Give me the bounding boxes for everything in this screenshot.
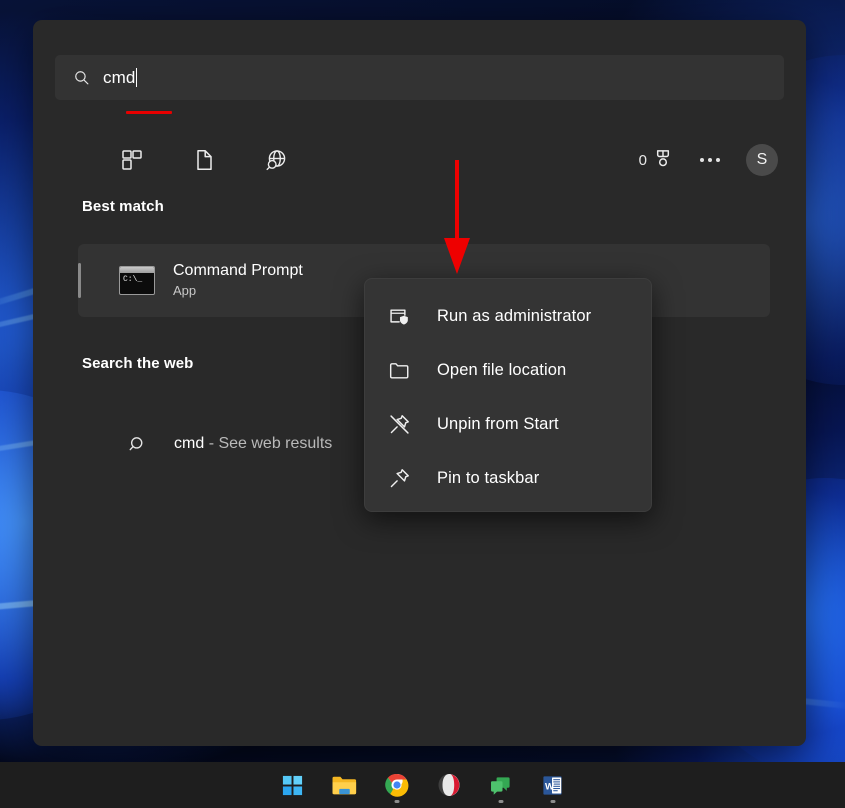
chrome-icon xyxy=(385,773,409,797)
menu-item-label: Unpin from Start xyxy=(437,415,559,434)
search-icon xyxy=(128,435,147,454)
dot xyxy=(700,158,704,162)
result-text-block: Command Prompt App xyxy=(173,261,303,300)
start-button[interactable] xyxy=(277,767,309,803)
annotation-underline xyxy=(126,111,172,114)
search-the-web-heading: Search the web xyxy=(82,355,193,372)
web-result-suffix: - See web results xyxy=(209,435,333,452)
running-indicator xyxy=(498,800,503,803)
context-menu: Run as administrator Open file location xyxy=(364,278,652,512)
avatar-initial: S xyxy=(757,151,768,169)
menu-item-pin-to-taskbar[interactable]: Pin to taskbar xyxy=(365,451,651,505)
dot xyxy=(708,158,712,162)
folder-icon xyxy=(387,358,411,382)
selection-indicator xyxy=(78,263,81,298)
menu-item-label: Pin to taskbar xyxy=(437,469,539,488)
windows-search-panel: cmd xyxy=(33,20,806,746)
web-result-label: cmd - See web results xyxy=(174,435,332,453)
menu-item-open-file-location[interactable]: Open file location xyxy=(365,343,651,397)
menu-item-unpin-from-start[interactable]: Unpin from Start xyxy=(365,397,651,451)
rewards-count: 0 xyxy=(639,152,647,169)
search-icon xyxy=(73,69,90,86)
running-indicator xyxy=(394,800,399,803)
menu-item-run-as-administrator[interactable]: Run as administrator xyxy=(365,289,651,343)
messaging-icon xyxy=(489,774,512,797)
menu-item-label: Open file location xyxy=(437,361,566,380)
dot xyxy=(716,158,720,162)
chrome-button[interactable] xyxy=(381,767,413,803)
search-toolbar: 0 S xyxy=(33,132,806,188)
icon-titlebar xyxy=(120,267,154,273)
desktop: cmd xyxy=(0,0,845,808)
rewards-indicator[interactable]: 0 xyxy=(639,147,674,174)
filter-icon-group xyxy=(115,132,293,188)
svg-text:W: W xyxy=(545,781,555,792)
search-input-value: cmd xyxy=(103,68,135,88)
opera-button[interactable] xyxy=(433,767,465,803)
search-input[interactable]: cmd xyxy=(55,55,784,100)
text-caret xyxy=(136,68,137,87)
command-prompt-icon: C:\_ xyxy=(119,266,155,295)
running-indicator xyxy=(550,800,555,803)
menu-item-label: Run as administrator xyxy=(437,307,591,326)
opera-icon xyxy=(437,773,461,797)
messaging-button[interactable] xyxy=(485,767,517,803)
unpin-icon xyxy=(387,412,411,436)
toolbar-right-cluster: 0 S xyxy=(639,132,778,188)
windows-start-icon xyxy=(281,774,304,797)
taskbar: W xyxy=(0,762,845,808)
web-result-query: cmd xyxy=(174,435,204,452)
icon-prompt-text: C:\_ xyxy=(123,275,142,284)
document-page-icon[interactable] xyxy=(187,143,221,177)
account-avatar[interactable]: S xyxy=(746,144,778,176)
globe-search-icon[interactable] xyxy=(259,143,293,177)
apps-grid-icon[interactable] xyxy=(115,143,149,177)
shield-window-icon xyxy=(387,304,411,328)
file-explorer-icon xyxy=(331,774,358,797)
annotation-arrow xyxy=(437,160,477,278)
result-subtitle: App xyxy=(173,282,303,300)
word-button[interactable]: W xyxy=(537,767,569,803)
rewards-medal-icon xyxy=(652,147,674,174)
file-explorer-button[interactable] xyxy=(329,767,361,803)
best-match-heading: Best match xyxy=(82,198,164,215)
ellipsis-icon[interactable] xyxy=(696,150,724,170)
word-icon: W xyxy=(541,774,564,797)
result-title: Command Prompt xyxy=(173,261,303,281)
pin-icon xyxy=(387,466,411,490)
